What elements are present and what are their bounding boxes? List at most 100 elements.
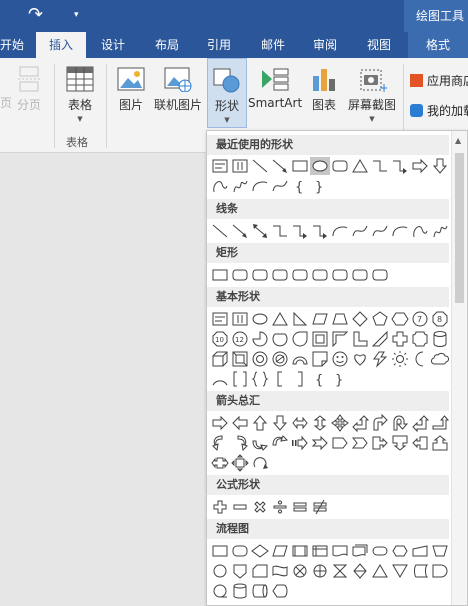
shape-free: [213, 181, 228, 193]
shape-pie: [252, 331, 268, 347]
shape-rbrace: }: [335, 373, 343, 388]
tab-insert[interactable]: 插入: [36, 32, 86, 58]
arrows-row[interactable]: [209, 453, 449, 473]
flowchart-row[interactable]: [209, 561, 449, 581]
shape-fdoc: [332, 545, 348, 557]
shape-blockarc: [292, 356, 308, 365]
tab-home[interactable]: 开始: [0, 32, 24, 58]
shape-scurve: [272, 180, 288, 192]
shape-chev: [351, 437, 368, 449]
section-rectangles: 矩形: [207, 243, 449, 263]
shape-arc: [212, 380, 228, 386]
shape-rrect: [352, 269, 368, 281]
arrows-row[interactable]: [209, 413, 449, 433]
shape-fint: [312, 545, 328, 557]
table-button[interactable]: 表格 ▼: [60, 58, 100, 123]
smartart-button[interactable]: SmartArt: [248, 58, 302, 110]
shape-bupa: [432, 415, 449, 430]
pictures-button[interactable]: 图片: [112, 58, 150, 113]
shape-lbrace: {: [315, 373, 323, 388]
equation-row[interactable]: [209, 497, 449, 517]
shape-tbv: [232, 159, 248, 173]
shape-elbow: [373, 160, 387, 172]
shape-quad: [331, 414, 349, 432]
flowchart-row[interactable]: [209, 541, 449, 561]
shape-fprep: [392, 545, 408, 557]
svg-text:{: {: [315, 373, 323, 388]
shape-ftape: [272, 565, 288, 577]
arrows-row[interactable]: [209, 433, 449, 453]
shape-darr: [432, 158, 448, 174]
recent-shapes-row[interactable]: [209, 156, 449, 176]
tab-review[interactable]: 审阅: [302, 32, 348, 58]
shape-fextract: [372, 564, 388, 578]
store-button[interactable]: 应用商店: [410, 72, 468, 92]
svg-text:}: }: [315, 180, 323, 195]
shape-scrib: [433, 225, 448, 238]
svg-text:12: 12: [235, 336, 244, 344]
chart-button[interactable]: 图表: [306, 58, 342, 113]
rectangles-row[interactable]: [209, 265, 449, 285]
shape-uarr: [252, 415, 268, 431]
shape-noSym: [272, 351, 288, 367]
recent-shapes-row[interactable]: {}: [209, 176, 449, 196]
gallery-scrollbar[interactable]: ▲: [451, 131, 467, 605]
partial-button[interactable]: 页: [0, 58, 12, 111]
page-break-button[interactable]: 分页: [12, 58, 46, 113]
shape-rarr: [412, 158, 428, 174]
shape-udarr: [313, 415, 327, 431]
shape-cross: [392, 331, 408, 347]
shape-pentarr: [332, 437, 348, 449]
shape-rrect: [232, 269, 248, 281]
shape-brk_r: [298, 371, 303, 387]
store-icon: [410, 74, 423, 87]
chart-icon: [313, 69, 335, 91]
shape-neq: [313, 499, 327, 515]
online-pictures-button[interactable]: 联机图片: [152, 58, 204, 113]
scroll-thumb[interactable]: [455, 153, 464, 303]
svg-text:7: 7: [417, 315, 422, 324]
shape-curvd: [272, 435, 289, 446]
shape-arrow: [272, 159, 287, 173]
shape-arrow: [232, 224, 247, 238]
smartart-icon: [262, 68, 289, 91]
shape-foff: [233, 564, 247, 579]
shape-bentarr: [373, 413, 388, 431]
tab-mailings[interactable]: 邮件: [250, 32, 296, 58]
tab-format[interactable]: 格式: [408, 32, 468, 58]
chevron-down-icon: ▼: [224, 116, 230, 124]
my-addins-button[interactable]: 我的加载项: [410, 102, 468, 122]
svg-text:+: +: [379, 81, 387, 92]
svg-text:}: }: [335, 373, 343, 388]
shape-larr: [232, 415, 248, 431]
tab-layout[interactable]: 布局: [144, 32, 190, 58]
scroll-up-icon[interactable]: ▲: [455, 136, 461, 145]
shape-tbv: [232, 312, 248, 326]
shape-heart: [354, 354, 366, 366]
shape-dodec: 12: [232, 331, 248, 347]
tab-design[interactable]: 设计: [90, 32, 136, 58]
screenshot-button[interactable]: + 屏幕截图 ▼: [344, 58, 400, 123]
basic-shapes-row[interactable]: {}: [209, 369, 449, 389]
lines-row[interactable]: [209, 221, 449, 241]
shapes-icon: [213, 68, 240, 93]
shape-notch: [311, 435, 328, 451]
online-picture-icon: [164, 67, 192, 92]
tab-view[interactable]: 视图: [356, 32, 402, 58]
basic-shapes-row[interactable]: [209, 349, 449, 369]
basic-shapes-row[interactable]: 78: [209, 309, 449, 329]
redo-icon[interactable]: ↷: [28, 4, 43, 25]
shape-fseq: [213, 584, 227, 598]
shape-smile: [332, 351, 348, 367]
shapes-button[interactable]: 形状 ▼: [207, 58, 247, 128]
flowchart-row[interactable]: [209, 581, 449, 601]
shape-darr: [272, 415, 288, 431]
shape-cube: [212, 351, 228, 367]
basic-shapes-row[interactable]: 10 12: [209, 329, 449, 349]
shape-lbrace: {: [295, 180, 303, 195]
shape-elbowa: [393, 160, 407, 174]
tab-references[interactable]: 引用: [196, 32, 242, 58]
customize-qat-icon[interactable]: ▾: [74, 10, 79, 20]
shape-fcoll: [332, 564, 348, 578]
shape-lrarr: [292, 416, 308, 430]
